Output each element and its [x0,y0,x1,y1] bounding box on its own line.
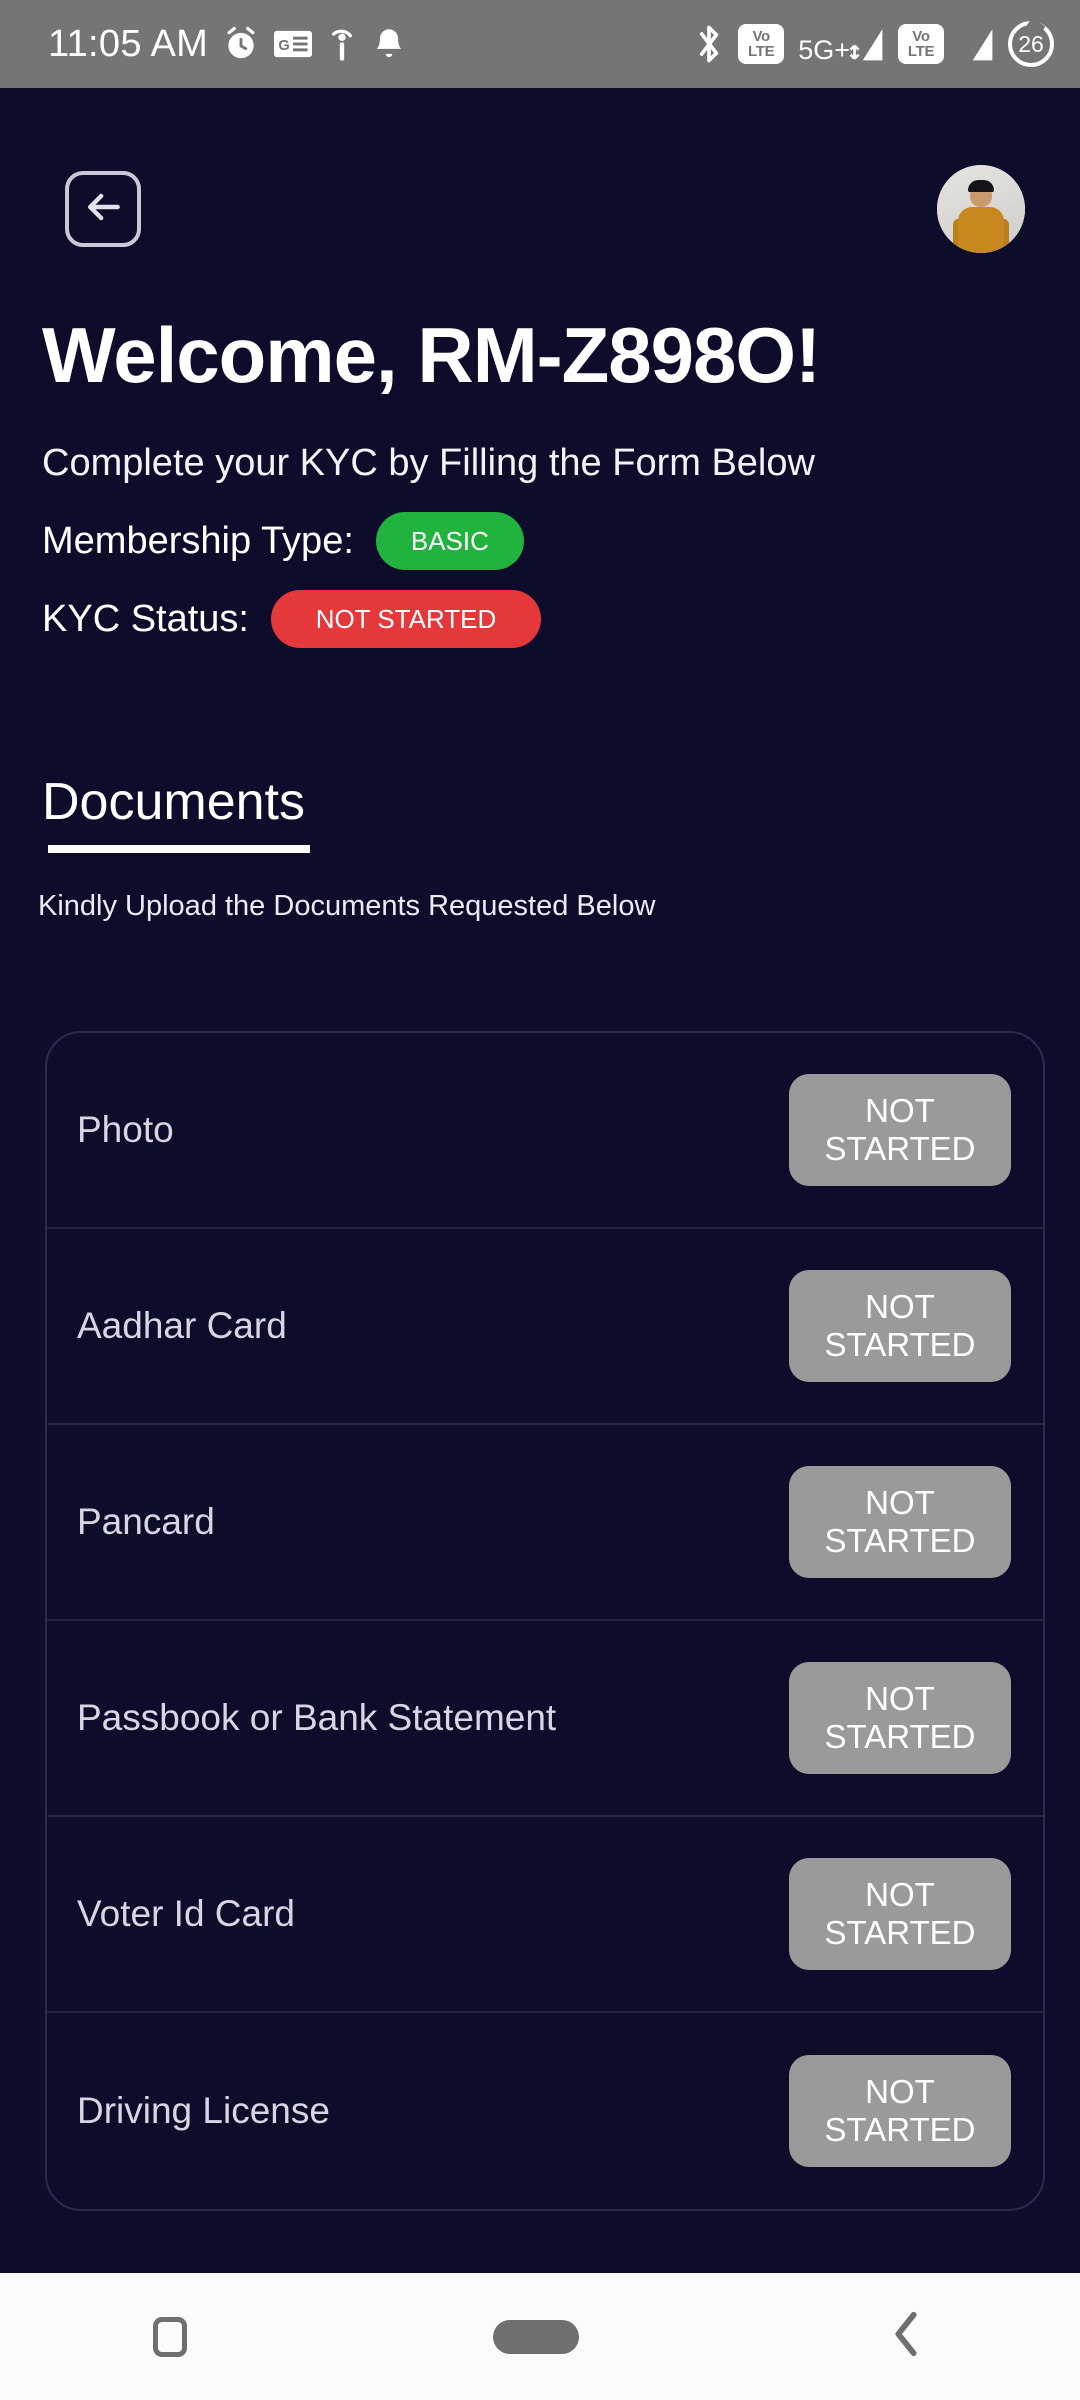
network-type-label: 5G+ [798,35,850,65]
status-line-2: STARTED [824,1718,976,1755]
status-line-2: STARTED [824,1914,976,1951]
document-status-button[interactable]: NOT STARTED [789,1074,1011,1186]
volte-icon-secondary: Vo LTE [898,24,944,64]
volte-line1: Vo [752,28,770,45]
top-bar [0,165,1080,253]
document-label: Aadhar Card [77,1305,287,1346]
documents-heading-underline [48,845,310,853]
back-button[interactable] [65,171,141,247]
table-row[interactable]: Pancard NOT STARTED [47,1425,1043,1621]
table-row[interactable]: Driving License NOT STARTED [47,2013,1043,2209]
volte2-line2: LTE [907,43,935,60]
volte2-line1: Vo [912,28,930,45]
volte-line2: LTE [748,43,775,60]
status-bar-right: Vo LTE 5G+ Vo LTE 26 [694,21,1054,67]
signal-bars-icon-secondary [958,24,994,64]
square-recents-icon[interactable] [153,2316,187,2357]
documents-list: Photo NOT STARTED Aadhar Card NOT STARTE… [45,1031,1045,2211]
membership-type-badge: BASIC [375,512,524,570]
document-status-button[interactable]: NOT STARTED [789,2055,1011,2167]
table-row[interactable]: Voter Id Card NOT STARTED [47,1817,1043,2013]
avatar-body [958,207,1004,253]
table-row[interactable]: Photo NOT STARTED [47,1033,1043,1229]
home-pill-icon[interactable] [493,2319,579,2354]
svg-text:G: G [279,38,290,54]
status-line-2: STARTED [824,2111,976,2148]
membership-type-row: Membership Type: BASIC [42,512,524,570]
page-subtitle: Complete your KYC by Filling the Form Be… [42,442,815,484]
avatar-cap [968,179,994,192]
battery-level-label: 26 [1018,30,1044,57]
status-line-2: STARTED [824,1130,976,1167]
documents-heading: Documents [42,773,305,831]
alarm-clock-icon [222,25,260,63]
kyc-status-row: KYC Status: NOT STARTED [42,590,541,648]
app-screen: 11:05 AM G Vo LTE 5G+ Vo LTE 26 Welcome,… [0,0,1080,2400]
document-status-button[interactable]: NOT STARTED [789,1662,1011,1774]
kyc-status-badge: NOT STARTED [270,590,541,648]
table-row[interactable]: Passbook or Bank Statement NOT STARTED [47,1621,1043,1817]
antenna-info-icon [326,24,358,64]
documents-subtitle: Kindly Upload the Documents Requested Be… [38,890,656,922]
battery-indicator: 26 [1008,21,1054,67]
status-bar: 11:05 AM G Vo LTE 5G+ Vo LTE 26 [0,0,1080,88]
status-line-1: NOT [865,1287,935,1325]
document-label: Photo [77,1109,174,1150]
document-status-button[interactable]: NOT STARTED [789,1270,1011,1382]
table-row[interactable]: Aadhar Card NOT STARTED [47,1229,1043,1425]
status-line-1: NOT [865,1679,935,1717]
status-bar-left: 11:05 AM G [48,23,406,66]
chevron-left-icon[interactable] [885,2309,927,2364]
status-bar-clock: 11:05 AM [48,22,209,65]
status-line-1: NOT [865,2072,935,2110]
document-status-button[interactable]: NOT STARTED [789,1466,1011,1578]
page-title: Welcome, RM-Z898O! [42,311,821,399]
volte-icon-primary: Vo LTE [738,24,785,64]
system-navigation-bar [0,2273,1080,2400]
arrow-left-icon [81,185,125,234]
notification-bell-icon [372,26,406,62]
document-label: Voter Id Card [77,1893,296,1934]
status-line-1: NOT [865,1091,935,1129]
kyc-status-label: KYC Status: [42,597,249,640]
status-line-2: STARTED [824,1326,976,1363]
google-news-icon: G [274,28,313,60]
network-indicator-primary: 5G+ [798,24,884,64]
signal-bars-icon [849,29,883,61]
status-line-2: STARTED [824,1522,976,1559]
bluetooth-icon [694,22,724,66]
status-line-1: NOT [865,1875,935,1913]
status-line-1: NOT [865,1483,935,1521]
document-label: Driving License [77,2090,330,2131]
document-label: Pancard [77,1501,215,1542]
document-status-button[interactable]: NOT STARTED [789,1858,1011,1970]
document-label: Passbook or Bank Statement [77,1697,557,1738]
avatar[interactable] [937,165,1025,253]
membership-type-label: Membership Type: [42,519,354,562]
